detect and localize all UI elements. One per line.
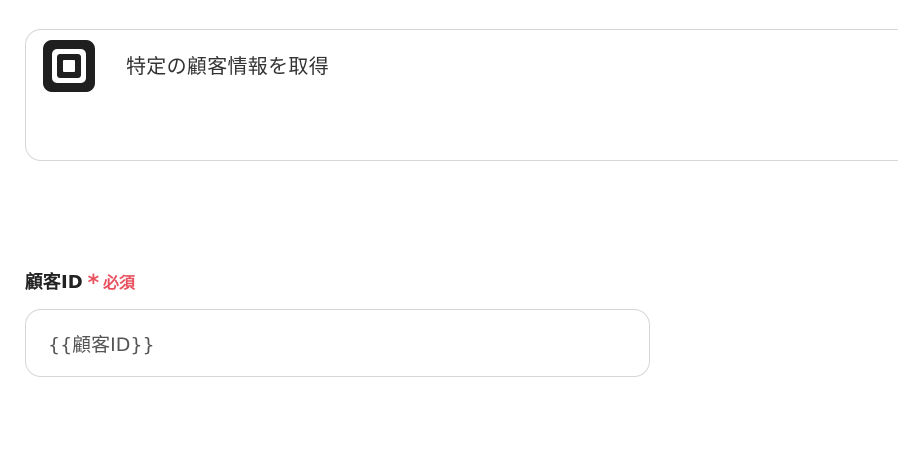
action-card[interactable] (25, 29, 898, 161)
page: 特定の顧客情報を取得 顧客ID * 必須 {{顧客ID}} (0, 0, 898, 452)
required-badge: 必須 (103, 273, 136, 292)
logo-center-square (63, 60, 75, 72)
logo-ring (52, 49, 86, 83)
logo-ring-inner (57, 54, 81, 78)
customer-id-label-row: 顧客ID * 必須 (25, 268, 136, 296)
action-title: 特定の顧客情報を取得 (126, 54, 329, 78)
required-asterisk-icon: * (87, 271, 100, 296)
customer-id-input[interactable]: {{顧客ID}} (25, 309, 650, 377)
square-logo-icon (43, 40, 95, 92)
customer-id-label: 顧客ID (25, 272, 83, 293)
